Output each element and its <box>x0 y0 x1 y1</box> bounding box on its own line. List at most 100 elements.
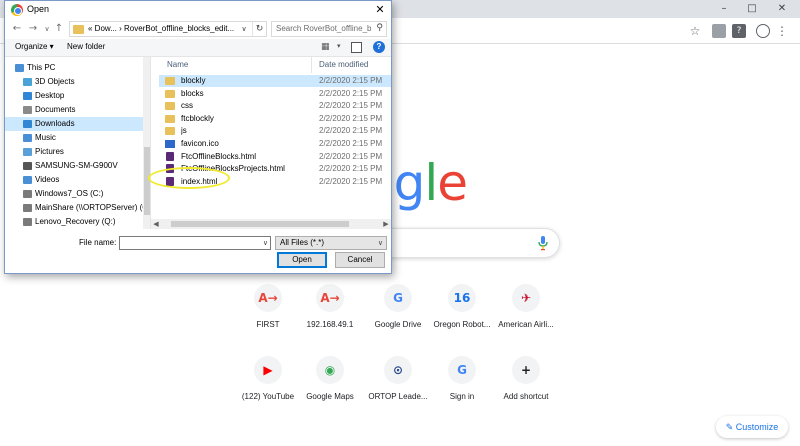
nav-item-icon <box>23 176 32 184</box>
nav-item[interactable]: SAMSUNG-SM-G900V <box>5 159 143 173</box>
search-placeholder: Search RoverBot_offline_bloc... <box>276 24 372 33</box>
help-icon[interactable]: ? <box>373 41 385 53</box>
shortcut-icon: ⊙ <box>384 356 412 384</box>
file-row[interactable]: blockly 2/2/2020 2:15 PM <box>159 75 391 87</box>
shortcut-icon: G <box>448 356 476 384</box>
dialog-close-button[interactable]: ✕ <box>373 3 387 17</box>
new-folder-button[interactable]: New folder <box>67 42 105 51</box>
file-row[interactable]: index.html 2/2/2020 2:15 PM <box>159 176 391 188</box>
nav-item[interactable]: Pictures <box>5 145 143 159</box>
name-column-header[interactable]: Name <box>167 60 188 69</box>
nav-item-icon <box>23 78 32 86</box>
chrome-menu-icon[interactable]: ⋮ <box>776 23 788 39</box>
microphone-icon[interactable] <box>537 235 549 251</box>
shortcut-icon: ◉ <box>316 356 344 384</box>
file-date-modified: 2/2/2020 2:15 PM <box>319 76 383 85</box>
horizontal-scrollbar[interactable]: ◀ ▶ <box>151 219 391 229</box>
shortcut-icon: 16 <box>448 284 476 312</box>
nav-item[interactable]: Desktop <box>5 89 143 103</box>
forward-arrow-icon[interactable]: → <box>27 22 39 36</box>
file-name-dropdown-icon[interactable]: ∨ <box>263 237 268 249</box>
profile-avatar-icon[interactable] <box>756 24 770 38</box>
pencil-icon: ✎ <box>725 422 736 432</box>
scroll-right-icon[interactable]: ▶ <box>381 219 391 229</box>
navigation-pane-scroll-thumb[interactable] <box>144 147 150 215</box>
shortcut-tile[interactable]: ✈ American Airli... <box>484 284 568 356</box>
file-row[interactable]: FtcOfflineBlocksProjects.html 2/2/2020 2:… <box>159 163 391 175</box>
back-arrow-icon[interactable]: ← <box>11 22 23 36</box>
shortcut-icon: G <box>384 284 412 312</box>
maximize-button[interactable]: □ <box>740 1 764 17</box>
nav-item-label: Documents <box>35 105 76 114</box>
address-dropdown-icon[interactable]: ∨ <box>238 22 250 36</box>
window-close-button[interactable]: ✕ <box>770 1 794 17</box>
file-name: favicon.ico <box>181 139 219 148</box>
file-date-modified: 2/2/2020 2:15 PM <box>319 139 383 148</box>
column-headers: Name Date modified <box>155 57 391 73</box>
file-type-dropdown-icon[interactable]: ∨ <box>378 237 383 249</box>
nav-item[interactable]: Windows7_OS (C:) <box>5 187 143 201</box>
nav-item[interactable]: Music <box>5 131 143 145</box>
nav-item-label: Pictures <box>35 147 64 156</box>
navigation-pane: This PC 3D Objects Desktop Documents Downloa… <box>5 57 151 229</box>
file-row[interactable]: blocks 2/2/2020 2:15 PM <box>159 88 391 100</box>
html-file-icon <box>166 164 174 174</box>
navigation-pane-scrollbar[interactable] <box>143 57 150 229</box>
nav-item-label: Lenovo_Recovery (Q:) <box>35 217 116 226</box>
file-name: FtcOfflineBlocks.html <box>181 151 256 161</box>
folder-icon <box>165 89 175 98</box>
organize-button[interactable]: Organize ▾ <box>15 42 54 51</box>
date-modified-column-header[interactable]: Date modified <box>319 60 368 69</box>
up-arrow-icon[interactable]: ↑ <box>53 22 65 36</box>
nav-item[interactable]: Downloads <box>5 117 143 131</box>
file-name: css <box>181 101 193 111</box>
file-name: FtcOfflineBlocksProjects.html <box>181 164 285 174</box>
file-row[interactable]: ftcblockly 2/2/2020 2:15 PM <box>159 113 391 125</box>
google-logo-letter: g <box>393 154 426 212</box>
shortcut-icon: + <box>512 356 540 384</box>
recent-locations-chevron-icon[interactable]: ∨ <box>41 22 53 36</box>
bookmark-star-icon[interactable]: ☆ <box>688 23 702 39</box>
html-file-icon <box>166 151 174 161</box>
nav-item-label: Desktop <box>35 91 65 100</box>
preview-pane-icon[interactable] <box>351 42 362 53</box>
nav-item[interactable]: Lenovo_Recovery (Q:) <box>5 215 143 229</box>
file-name: blockly <box>181 76 206 85</box>
horizontal-scroll-thumb[interactable] <box>171 221 349 227</box>
folder-icon <box>165 114 175 123</box>
html-file-icon <box>166 176 174 186</box>
nav-item-icon <box>23 190 32 198</box>
cancel-button[interactable]: Cancel <box>335 252 385 268</box>
file-row[interactable]: FtcOfflineBlocks.html 2/2/2020 2:15 PM <box>159 151 391 163</box>
nav-item[interactable]: Videos <box>5 173 143 187</box>
file-row[interactable]: css 2/2/2020 2:15 PM <box>159 100 391 112</box>
nav-item[interactable]: Documents <box>5 103 143 117</box>
nav-item-icon <box>23 218 32 226</box>
column-divider[interactable] <box>311 57 312 73</box>
shortcut-tile[interactable]: + Add shortcut <box>484 356 568 428</box>
nav-item[interactable]: This PC <box>5 61 143 75</box>
refresh-icon[interactable]: ↻ <box>252 22 266 36</box>
help-extension-icon[interactable]: ? <box>732 24 746 38</box>
folder-search-input[interactable]: Search RoverBot_offline_bloc... ⚲ <box>271 21 387 37</box>
folder-icon <box>165 127 175 136</box>
file-name-input[interactable]: ∨ <box>119 236 271 250</box>
file-row[interactable]: favicon.ico 2/2/2020 2:15 PM <box>159 138 391 150</box>
file-name: js <box>181 126 187 136</box>
customize-button[interactable]: ✎ Customize <box>716 416 788 438</box>
minimize-button[interactable]: – <box>712 1 736 17</box>
address-bar[interactable]: « Dow... › RoverBot_offline_blocks_edit.… <box>69 21 267 37</box>
nav-item-label: Downloads <box>35 119 75 128</box>
nav-item[interactable]: 3D Objects <box>5 75 143 89</box>
nav-item[interactable]: MainShare (\\ORTOPServer) (O:) <box>5 201 143 215</box>
file-type-select[interactable]: All Files (*.*) ∨ <box>275 236 387 250</box>
file-type-value: All Files (*.*) <box>280 238 325 247</box>
change-view-icon[interactable]: ▦ <box>321 42 333 53</box>
nav-item-icon <box>23 120 32 128</box>
scroll-left-icon[interactable]: ◀ <box>151 219 161 229</box>
extension-icon[interactable] <box>712 24 726 38</box>
view-options-dropdown-icon[interactable]: ▾ <box>337 42 341 50</box>
address-breadcrumb[interactable]: « Dow... › RoverBot_offline_blocks_edit.… <box>88 24 236 33</box>
open-button[interactable]: Open <box>277 252 327 268</box>
file-row[interactable]: js 2/2/2020 2:15 PM <box>159 125 391 137</box>
